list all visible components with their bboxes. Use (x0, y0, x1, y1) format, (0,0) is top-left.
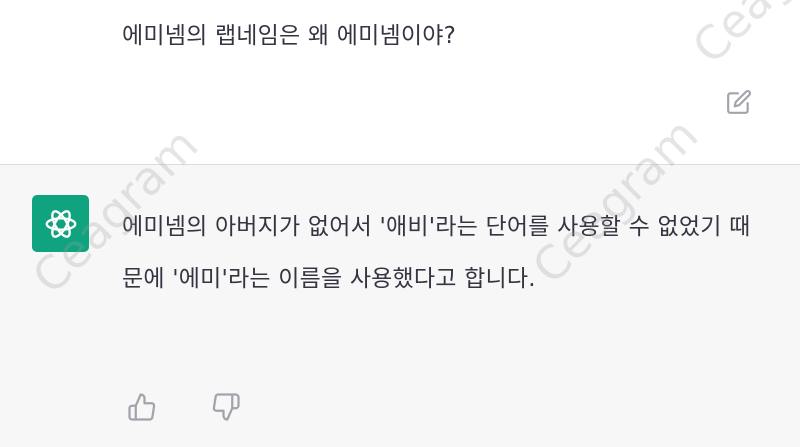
user-message-row: 에미넴의 랩네임은 왜 에미넴이야? (0, 0, 800, 165)
assistant-message-row: 에미넴의 아버지가 없어서 '애비'라는 단어를 사용할 수 없었기 때문에 '… (0, 165, 800, 447)
openai-logo-icon (45, 209, 76, 238)
thumbs-up-icon (128, 393, 156, 421)
thumbs-down-button[interactable] (206, 387, 246, 427)
edit-button[interactable] (724, 87, 754, 117)
feedback-buttons (122, 387, 246, 427)
user-message-text: 에미넴의 랩네임은 왜 에미넴이야? (122, 23, 456, 49)
assistant-avatar (32, 195, 89, 252)
assistant-message-text: 에미넴의 아버지가 없어서 '애비'라는 단어를 사용할 수 없었기 때문에 '… (122, 214, 751, 292)
edit-icon (727, 90, 751, 114)
thumbs-up-button[interactable] (122, 387, 162, 427)
thumbs-down-icon (212, 393, 240, 421)
